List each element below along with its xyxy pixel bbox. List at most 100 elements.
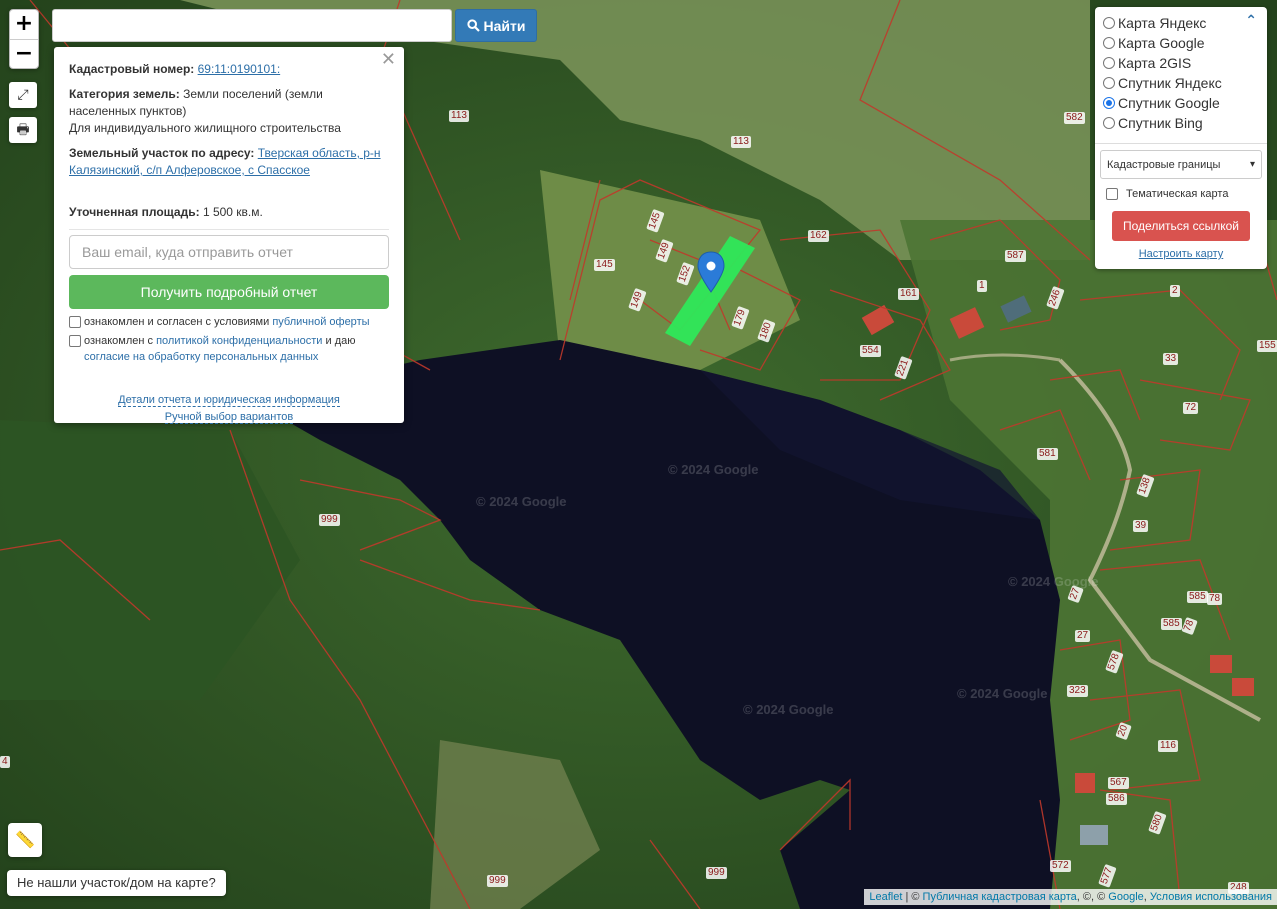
area-label: Уточненная площадь:: [69, 205, 200, 219]
map-watermark: © 2024 Google: [668, 462, 759, 477]
layer-radio[interactable]: [1103, 77, 1115, 89]
layer-radio[interactable]: [1103, 117, 1115, 129]
privacy-agree-text: ознакомлен с: [84, 335, 154, 347]
manual-selection-link[interactable]: Ручной выбор вариантов: [164, 411, 294, 424]
parcel-label[interactable]: 4: [0, 756, 10, 768]
area-value: 1 500 кв.м.: [202, 205, 263, 219]
parcel-label[interactable]: 2: [1170, 285, 1180, 297]
parcel-label[interactable]: 999: [319, 514, 340, 526]
map-watermark: © 2024 Google: [957, 686, 1048, 701]
layer-radio[interactable]: [1103, 37, 1115, 49]
zoom-control: + −: [9, 9, 39, 69]
parcel-label[interactable]: 145: [594, 259, 615, 271]
parcel-label[interactable]: 116: [1158, 740, 1178, 752]
measure-button[interactable]: 📏: [8, 823, 42, 857]
expand-icon: ⤢: [17, 87, 29, 103]
layer-option-google-satellite[interactable]: Спутник Google: [1103, 93, 1259, 113]
parcel-label[interactable]: 161: [898, 288, 919, 300]
parcel-label[interactable]: 585: [1187, 591, 1208, 603]
search-icon: [466, 19, 480, 32]
get-report-button[interactable]: Получить подробный отчет: [69, 275, 389, 309]
divider: [69, 229, 389, 230]
layer-option-yandex-satellite[interactable]: Спутник Яндекс: [1103, 73, 1259, 93]
parcel-label[interactable]: 587: [1005, 250, 1026, 262]
google-link[interactable]: Google: [1108, 891, 1143, 903]
popup-footer-links: Детали отчета и юридическая информация Р…: [69, 392, 389, 426]
layer-option-label: Спутник Bing: [1118, 115, 1203, 131]
layer-option-bing-satellite[interactable]: Спутник Bing: [1103, 113, 1259, 133]
close-icon[interactable]: ✕: [381, 51, 396, 69]
map-watermark: © 2024 Google: [743, 702, 834, 717]
layer-option-google-map[interactable]: Карта Google: [1103, 33, 1259, 53]
parcel-label[interactable]: 162: [808, 230, 829, 242]
layer-option-label: Карта Яндекс: [1118, 15, 1207, 31]
privacy-agree-text-2: и даю: [325, 335, 356, 347]
report-details-link[interactable]: Детали отчета и юридическая информация: [118, 394, 340, 407]
offer-agree-label: ознакомлен и согласен с условиями публич…: [84, 314, 370, 330]
parcel-label[interactable]: 113: [449, 110, 469, 122]
search-input[interactable]: [52, 9, 452, 42]
parcel-label[interactable]: 1: [977, 280, 987, 292]
parcel-label[interactable]: 33: [1163, 353, 1179, 365]
parcel-label[interactable]: 999: [706, 867, 727, 879]
pkk-link[interactable]: Публичная кадастровая карта: [923, 891, 1077, 903]
thematic-map-label: Тематическая карта: [1126, 188, 1229, 200]
search-button[interactable]: Найти: [455, 9, 537, 42]
parcel-label[interactable]: 554: [860, 345, 881, 357]
search-button-label: Найти: [483, 17, 526, 34]
zoom-in-button[interactable]: +: [10, 10, 38, 39]
divider: [1095, 143, 1267, 144]
parcel-label[interactable]: 39: [1133, 520, 1149, 532]
fullscreen-button[interactable]: ⤢: [9, 82, 37, 108]
public-offer-link[interactable]: публичной оферты: [272, 316, 369, 328]
layer-switcher: ⌃ Карта Яндекс Карта Google Карта 2GIS С…: [1095, 7, 1267, 269]
zoom-out-button[interactable]: −: [10, 39, 38, 68]
parcel-label[interactable]: 78: [1207, 593, 1223, 605]
leaflet-link[interactable]: Leaflet: [869, 891, 902, 903]
share-link-button[interactable]: Поделиться ссылкой: [1112, 211, 1250, 241]
privacy-policy-link[interactable]: политикой конфиденциальности: [156, 335, 322, 347]
offer-agree-checkbox[interactable]: [69, 316, 81, 328]
parcel-label[interactable]: 27: [1075, 630, 1091, 642]
parcel-label[interactable]: 567: [1108, 777, 1129, 789]
layer-option-yandex-map[interactable]: Карта Яндекс: [1103, 13, 1259, 33]
parcel-label[interactable]: 155: [1257, 340, 1277, 352]
parcel-label[interactable]: 572: [1050, 860, 1071, 872]
cadastral-number-link[interactable]: 69:11:0190101:: [198, 62, 281, 76]
map-watermark: © 2024 Google: [1008, 574, 1099, 589]
offer-agree-text: ознакомлен и согласен с условиями: [84, 316, 270, 328]
privacy-agree-checkbox[interactable]: [69, 335, 81, 347]
thematic-map-toggle[interactable]: Тематическая карта: [1106, 188, 1259, 200]
overlay-select[interactable]: Кадастровые границы ▾: [1100, 150, 1262, 179]
map-attribution: Leaflet | © Публичная кадастровая карта,…: [864, 889, 1277, 905]
parcel-label[interactable]: 72: [1183, 402, 1199, 414]
parcel-label[interactable]: 323: [1067, 685, 1088, 697]
not-found-button[interactable]: Не нашли участок/дом на карте?: [7, 870, 226, 896]
layer-option-2gis-map[interactable]: Карта 2GIS: [1103, 53, 1259, 73]
parcel-info-popup: ✕ Кадастровый номер: 69:11:0190101: Кате…: [54, 47, 404, 426]
printer-icon: 🖶: [16, 122, 30, 138]
layer-radio[interactable]: [1103, 17, 1115, 29]
map-settings-link[interactable]: Настроить карту: [1103, 248, 1259, 260]
print-button[interactable]: 🖶: [9, 117, 37, 143]
layer-radio-selected[interactable]: [1103, 97, 1115, 109]
terms-link[interactable]: Условия использования: [1150, 891, 1272, 903]
land-category-label: Категория земель:: [69, 87, 180, 101]
ruler-icon: 📏: [15, 830, 35, 849]
layer-option-label: Карта Google: [1118, 35, 1205, 51]
parcel-label[interactable]: 581: [1037, 448, 1058, 460]
parcel-label[interactable]: 999: [487, 875, 508, 887]
privacy-agree-label: ознакомлен с политикой конфиденциальност…: [84, 333, 356, 365]
email-input[interactable]: Ваш email, куда отправить отчет: [69, 235, 389, 269]
parcel-label[interactable]: 113: [731, 136, 751, 148]
thematic-map-checkbox[interactable]: [1106, 188, 1118, 200]
chevron-up-icon[interactable]: ⌃: [1245, 13, 1257, 29]
personal-data-consent-link[interactable]: согласие на обработку персональных данны…: [84, 351, 318, 363]
overlay-select-value: Кадастровые границы: [1107, 158, 1221, 171]
cadastral-number-label: Кадастровый номер:: [69, 62, 195, 76]
parcel-label[interactable]: 586: [1106, 793, 1127, 805]
parcel-label[interactable]: 585: [1161, 618, 1182, 630]
map-watermark: © 2024 Google: [476, 494, 567, 509]
layer-radio[interactable]: [1103, 57, 1115, 69]
parcel-label[interactable]: 582: [1064, 112, 1085, 124]
